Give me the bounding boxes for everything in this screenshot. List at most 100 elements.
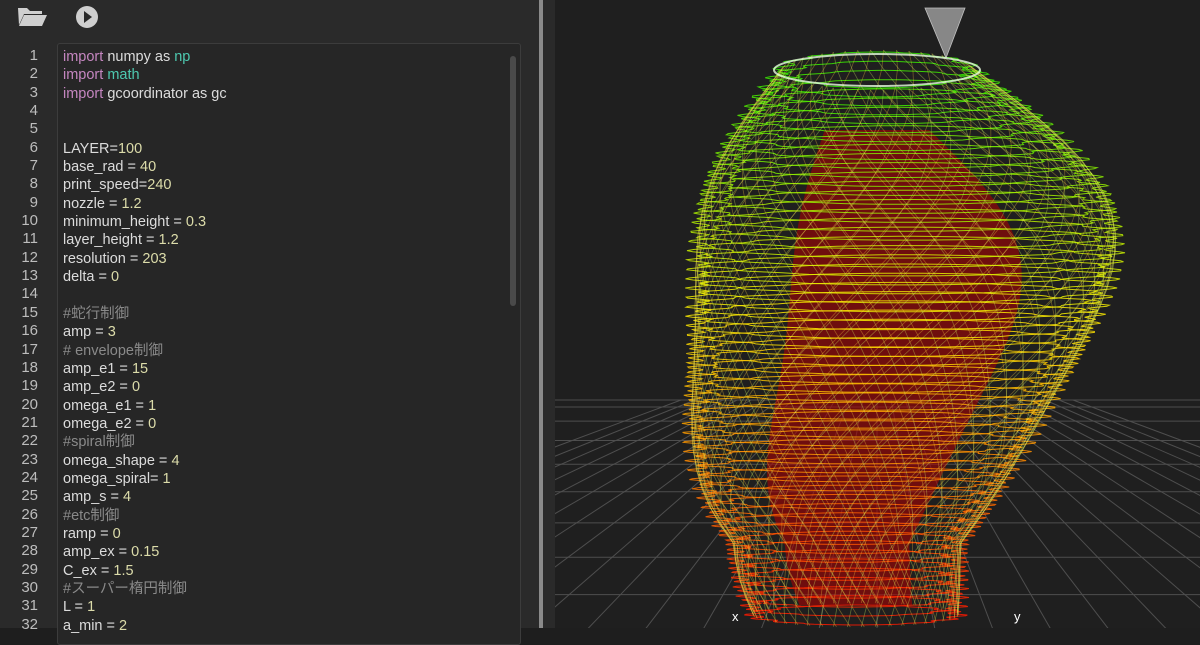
line-number: 15 (21, 303, 38, 321)
grid-line (555, 399, 738, 496)
code-token: math (103, 67, 140, 84)
line-number: 30 (21, 578, 38, 596)
line-number: 31 (21, 597, 38, 615)
line-number: 17 (21, 340, 38, 358)
code-line: layer_height = 1.2 (63, 231, 504, 249)
folder-open-icon (18, 8, 47, 26)
code-token: LAYER= (63, 140, 118, 157)
line-number: 18 (21, 358, 38, 376)
code-token: 1 (87, 599, 96, 616)
code-token: np (174, 49, 191, 65)
code-token: #spiral制御 (63, 434, 135, 451)
line-number: 2 (29, 65, 38, 83)
code-token: omega_shape = (63, 452, 172, 469)
code-line: ramp = 0 (63, 525, 504, 543)
code-token: base_rad = (63, 159, 140, 176)
code-token: numpy as (107, 49, 175, 65)
line-number: 28 (21, 542, 38, 560)
line-number: 32 (21, 615, 38, 633)
3d-preview-viewer[interactable]: x y (555, 0, 1200, 628)
code-line: amp_s = 4 (63, 488, 504, 506)
code-token: gcoordinator as gc (107, 85, 227, 102)
code-token: 100 (117, 140, 143, 157)
line-number: 29 (21, 560, 38, 578)
play-icon (76, 6, 98, 28)
run-button[interactable] (72, 4, 104, 30)
grid-line (555, 399, 696, 457)
code-line: import math (63, 66, 504, 84)
code-editor[interactable]: import numpy as np import math import gcoo… (57, 43, 521, 645)
line-number: 20 (21, 395, 38, 413)
line-number: 23 (21, 450, 38, 468)
code-token: import (63, 49, 108, 65)
code-token: 2 (119, 617, 128, 634)
code-token: 203 (142, 250, 167, 267)
line-number: 21 (21, 413, 38, 431)
code-token: resolution = (63, 250, 143, 267)
code-line: C_ex = 1.5 (63, 562, 504, 580)
line-number: 19 (21, 377, 38, 395)
code-token: 4 (171, 452, 180, 469)
code-line: #etc制御 (63, 507, 504, 525)
code-token: 1 (162, 470, 171, 487)
grid-line (974, 399, 1200, 569)
code-token: delta = (63, 269, 111, 286)
line-number: 9 (29, 193, 38, 211)
code-token: L = (63, 599, 88, 616)
line-number: 11 (22, 230, 38, 248)
pane-gap (543, 0, 555, 628)
grid-line (1016, 399, 1200, 497)
code-token: C_ex = (63, 562, 114, 579)
code-token: amp_e1 = (63, 360, 132, 377)
code-token: layer_height = (63, 232, 159, 249)
grid-line (555, 399, 710, 468)
code-line: omega_shape = 4 (63, 452, 504, 470)
code-line: import gcoordinator as gc (63, 85, 504, 103)
code-line: omega_e2 = 0 (63, 415, 504, 433)
code-token: #スーパー楕円制御 (63, 580, 187, 597)
axis-label-x: x (732, 609, 739, 624)
line-number: 13 (21, 267, 38, 285)
line-number: 27 (21, 523, 38, 541)
code-token: 240 (147, 177, 172, 194)
code-token: amp = (63, 324, 108, 341)
toolbar (0, 0, 540, 40)
line-number: 14 (21, 285, 38, 303)
code-line: print_speed=240 (63, 176, 504, 194)
editor-pane: 1 2 3 4 5 6 7 8 9 10 11 12 13 14 15 16 17 18 19 20 21 22 23 24 2… (0, 0, 540, 645)
grid-line (1002, 399, 1200, 515)
line-number: 8 (29, 175, 38, 193)
code-line: omega_e1 = 1 (63, 397, 504, 415)
3d-preview-canvas[interactable] (555, 0, 1200, 628)
open-file-button[interactable] (16, 4, 48, 30)
code-token: 0 (131, 379, 141, 396)
code-line: amp = 3 (63, 323, 504, 341)
grid-line (1044, 399, 1200, 468)
code-token: minimum_height = (63, 214, 186, 231)
code-token: import (63, 85, 108, 102)
code-line: minimum_height = 0.3 (63, 213, 504, 231)
code-line: omega_spiral= 1 (63, 470, 504, 488)
code-line: #spiral制御 (63, 433, 504, 451)
code-token: 1.2 (158, 232, 179, 249)
code-line: amp_e2 = 0 (63, 378, 504, 396)
code-token: 0 (112, 525, 121, 542)
code-line: # envelope制御 (63, 342, 504, 360)
code-token: 40 (140, 159, 157, 176)
code-line: #蛇行制御 (63, 305, 504, 323)
code-line: LAYER=100 (63, 140, 504, 158)
code-token: amp_s = (63, 489, 124, 506)
code-token: 0.3 (185, 214, 207, 231)
line-number: 5 (29, 120, 38, 138)
line-number: 22 (21, 432, 38, 450)
code-token: nozzle = (63, 195, 122, 212)
line-number: 3 (29, 83, 38, 101)
code-token: 0 (110, 269, 120, 286)
editor-scrollbar[interactable] (510, 56, 516, 306)
code-token: #蛇行制御 (63, 305, 130, 322)
line-number: 25 (21, 487, 38, 505)
line-number: 7 (29, 157, 38, 175)
code-line: delta = 0 (63, 268, 504, 286)
